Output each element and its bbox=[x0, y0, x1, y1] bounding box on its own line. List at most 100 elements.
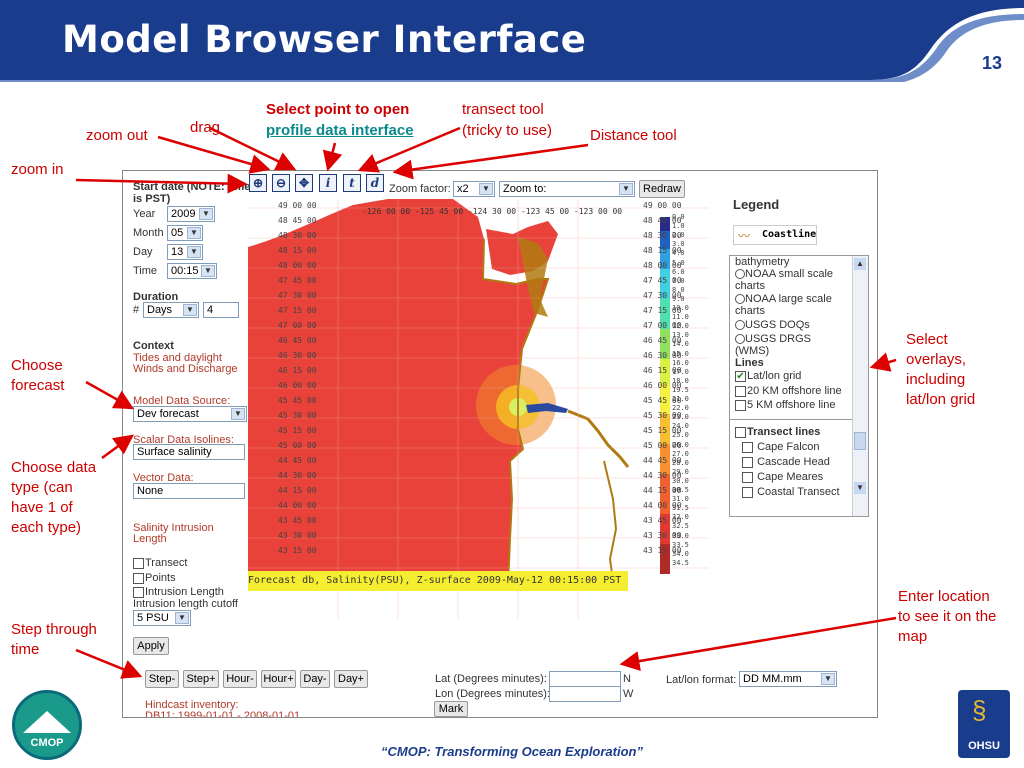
lat-tick-label: 46 45 00 bbox=[278, 336, 317, 345]
transect-checkbox[interactable] bbox=[133, 557, 144, 569]
intrusion-label: Intrusion Length bbox=[145, 586, 224, 598]
context-winds-link[interactable]: Winds and Discharge bbox=[133, 363, 238, 375]
map-svg[interactable] bbox=[248, 199, 709, 619]
year-select[interactable]: 2009 ▼ bbox=[167, 206, 215, 222]
scale-tick-label: 33.5 bbox=[672, 540, 689, 549]
overlay-cape-meares[interactable]: Cape Meares bbox=[742, 471, 823, 483]
lat-tick-label: 47 00 00 bbox=[278, 321, 317, 330]
zoom-factor-select[interactable]: x2 ▼ bbox=[453, 181, 495, 197]
overlay-20km[interactable]: 20 KM offshore line bbox=[735, 385, 842, 397]
scroll-thumb[interactable] bbox=[854, 432, 866, 450]
overlay-usgs-drg[interactable]: USGS DRGS bbox=[735, 333, 811, 345]
model-source-select[interactable]: Dev forecast ▼ bbox=[133, 406, 247, 422]
annotation-line: each type) bbox=[11, 519, 82, 536]
annotation-line: Choose data bbox=[11, 459, 97, 476]
chevron-up-icon[interactable]: ▲ bbox=[854, 258, 866, 270]
redraw-button[interactable]: Redraw bbox=[639, 180, 685, 198]
scale-tick-label: 28.0 bbox=[672, 458, 689, 467]
hour-back-button[interactable]: Hour- bbox=[223, 670, 257, 688]
scalar-select[interactable]: Surface salinity bbox=[133, 444, 245, 460]
scale-tick-label: 31.5 bbox=[672, 504, 689, 513]
day-select[interactable]: 13 ▼ bbox=[167, 244, 203, 260]
checkmark-icon[interactable]: ✔ bbox=[735, 370, 746, 382]
radio-button[interactable] bbox=[735, 294, 745, 305]
lat-tick-label: 44 00 00 bbox=[278, 501, 317, 510]
overlay-noaa-small-2: charts bbox=[735, 280, 765, 292]
lon-input[interactable] bbox=[549, 686, 621, 702]
transect-icon[interactable]: t bbox=[343, 174, 361, 192]
lat-tick-label: 43 30 00 bbox=[278, 531, 317, 540]
overlay-latlon-grid[interactable]: ✔ Lat/lon grid bbox=[735, 370, 801, 382]
overlay-checkbox[interactable] bbox=[742, 486, 753, 498]
info-icon[interactable]: i bbox=[319, 174, 337, 192]
latlon-format-select[interactable]: DD MM.mm ▼ bbox=[739, 671, 837, 687]
overlay-checkbox[interactable] bbox=[742, 456, 753, 468]
apply-button[interactable]: Apply bbox=[133, 637, 169, 655]
points-checkbox-row[interactable]: Points bbox=[133, 572, 176, 584]
transect-checkbox-row[interactable]: Transect bbox=[133, 557, 187, 569]
step-forward-button[interactable]: Step+ bbox=[183, 670, 219, 688]
overlay-label: Cascade Head bbox=[757, 456, 830, 468]
overlay-cape-falcon[interactable]: Cape Falcon bbox=[742, 441, 819, 453]
radio-button[interactable] bbox=[735, 334, 745, 345]
mark-button[interactable]: Mark bbox=[434, 701, 468, 717]
lat-tick-label: 49 00 00 bbox=[278, 201, 317, 210]
overlay-checkbox[interactable] bbox=[735, 385, 746, 397]
overlay-label: Cape Meares bbox=[757, 471, 824, 483]
step-back-button[interactable]: Step- bbox=[145, 670, 179, 688]
lat-tick-label: 49 00 00 bbox=[643, 201, 682, 210]
overlay-transect-lines[interactable]: Transect lines bbox=[735, 426, 820, 438]
overlay-label: Coastal Transect bbox=[757, 486, 840, 498]
pan-icon[interactable]: ✥ bbox=[295, 174, 313, 192]
chevron-down-icon[interactable]: ▼ bbox=[854, 482, 866, 494]
zoom-to-select[interactable]: Zoom to: ▼ bbox=[499, 181, 635, 197]
cutoff-select[interactable]: 5 PSU ▼ bbox=[133, 610, 191, 626]
hour-forward-button[interactable]: Hour+ bbox=[261, 670, 296, 688]
distance-icon[interactable]: d bbox=[366, 174, 384, 192]
overlay-checkbox[interactable] bbox=[735, 399, 746, 411]
annotation-line: lat/lon grid bbox=[906, 391, 976, 408]
lon-label: Lon (Degrees minutes): bbox=[435, 688, 550, 700]
duration-input[interactable]: 4 bbox=[203, 302, 239, 318]
scale-tick-label: 9.0 bbox=[672, 294, 685, 303]
map-canvas[interactable]: 49 00 00 48 45 00 48 30 00 48 15 00 48 00 00… bbox=[248, 199, 709, 619]
month-select[interactable]: 05 ▼ bbox=[167, 225, 203, 241]
radio-button[interactable] bbox=[735, 320, 745, 331]
lat-input[interactable] bbox=[549, 671, 621, 687]
vector-select[interactable]: None bbox=[133, 483, 245, 499]
overlay-noaa-large[interactable]: NOAA large scale bbox=[735, 293, 832, 305]
zoom-out-icon[interactable]: ⊖ bbox=[272, 174, 290, 192]
chevron-down-icon: ▼ bbox=[479, 183, 493, 195]
scale-tick-label: 5.0 bbox=[672, 258, 685, 267]
annotation-line: Select bbox=[906, 331, 948, 348]
overlay-cascade-head[interactable]: Cascade Head bbox=[742, 456, 830, 468]
intrusion-checkbox[interactable] bbox=[133, 586, 144, 598]
intrusion-checkbox-row[interactable]: Intrusion Length bbox=[133, 586, 224, 598]
overlay-usgs-drg-2: (WMS) bbox=[735, 345, 770, 357]
day-forward-button[interactable]: Day+ bbox=[334, 670, 368, 688]
zoom-in-icon[interactable]: ⊕ bbox=[249, 174, 267, 192]
time-select[interactable]: 00:15 ▼ bbox=[167, 263, 217, 279]
overlay-usgs-doq[interactable]: USGS DOQs bbox=[735, 319, 810, 331]
overlay-checkbox[interactable] bbox=[735, 426, 746, 438]
radio-button[interactable] bbox=[735, 269, 745, 280]
annotation-distance: Distance tool bbox=[590, 127, 677, 144]
zoom-factor-label: Zoom factor: bbox=[389, 183, 451, 195]
overlay-checkbox[interactable] bbox=[742, 471, 753, 483]
overlay-list[interactable]: bathymetry NOAA small scale charts NOAA … bbox=[729, 255, 869, 517]
duration-unit-select[interactable]: Days ▼ bbox=[143, 302, 199, 318]
footer-quote: “CMOP: Transforming Ocean Exploration” bbox=[381, 744, 643, 759]
day-back-button[interactable]: Day- bbox=[300, 670, 330, 688]
lat-tick-label: 48 45 00 bbox=[278, 216, 317, 225]
points-checkbox[interactable] bbox=[133, 572, 144, 584]
overlay-coastal-transect[interactable]: Coastal Transect bbox=[742, 486, 840, 498]
time-label: Time bbox=[133, 265, 158, 277]
overlay-scrollbar[interactable]: ▲ ▼ bbox=[852, 256, 868, 516]
overlay-5km[interactable]: 5 KM offshore line bbox=[735, 399, 835, 411]
overlay-checkbox[interactable] bbox=[742, 441, 753, 453]
annotation-profile-link[interactable]: profile data interface bbox=[266, 121, 414, 141]
lat-tick-label: 45 45 00 bbox=[278, 396, 317, 405]
day-label: Day bbox=[133, 246, 153, 258]
overlay-noaa-small[interactable]: NOAA small scale bbox=[735, 268, 833, 280]
lat-tick-label: 45 00 00 bbox=[278, 441, 317, 450]
